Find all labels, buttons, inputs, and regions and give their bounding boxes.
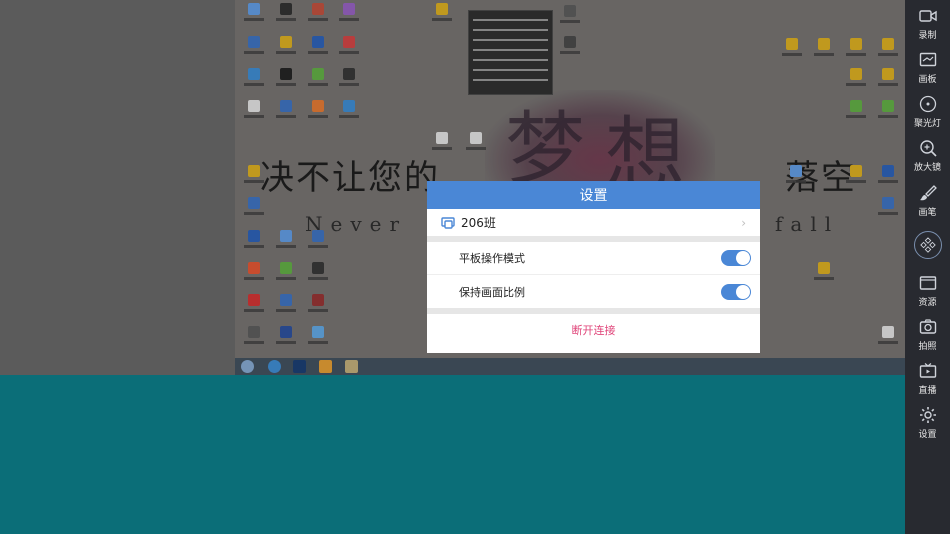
spotlight-label: 聚光灯	[913, 119, 941, 129]
live-icon	[919, 363, 936, 378]
tablet-mode-toggle[interactable]	[721, 250, 751, 266]
settings-button[interactable]: 设置	[905, 406, 950, 440]
spotlight-icon	[919, 95, 936, 113]
whiteboard-icon	[919, 52, 936, 67]
keep-ratio-toggle[interactable]	[721, 283, 751, 300]
class-name: 206班	[461, 216, 496, 230]
keep-ratio-row: 保持画面比例	[427, 275, 760, 308]
record-button[interactable]: 录制	[905, 7, 950, 41]
record-label: 录制	[918, 31, 937, 41]
class-select-row[interactable]: 206班 ›	[427, 209, 760, 242]
gear-icon	[919, 407, 936, 423]
main-menu-button[interactable]	[914, 231, 942, 259]
whiteboard-button[interactable]: 画板	[905, 51, 950, 85]
settings-label: 设置	[918, 430, 937, 440]
photo-button[interactable]: 拍照	[905, 318, 950, 352]
resources-label: 资源	[918, 298, 937, 308]
brush-icon	[919, 185, 937, 201]
right-toolbar: 录制 画板 聚光灯 放大镜 画笔 资源 拍照 直播 设置	[905, 0, 950, 534]
photo-label: 拍照	[918, 342, 937, 352]
diamond-menu-icon	[920, 237, 936, 253]
tablet-mode-label: 平板操作模式	[459, 252, 525, 265]
resources-button[interactable]: 资源	[905, 274, 950, 308]
chevron-right-icon: ›	[741, 215, 746, 230]
spotlight-button[interactable]: 聚光灯	[905, 95, 950, 129]
live-label: 直播	[918, 386, 937, 396]
video-camera-icon	[918, 10, 937, 22]
settings-dialog: 设置 206班 › 平板操作模式 保持画面比例 断开连接	[427, 181, 760, 353]
brush-button[interactable]: 画笔	[905, 184, 950, 218]
magnifier-label: 放大镜	[913, 163, 941, 173]
camera-icon	[919, 319, 936, 334]
settings-dialog-title: 设置	[427, 181, 760, 209]
folder-icon	[919, 276, 936, 290]
screen-cast-icon	[441, 216, 455, 229]
keep-ratio-label: 保持画面比例	[459, 285, 525, 299]
whiteboard-label: 画板	[918, 75, 937, 85]
brush-label: 画笔	[918, 208, 937, 218]
disconnect-button[interactable]: 断开连接	[427, 314, 760, 346]
tablet-mode-row: 平板操作模式	[427, 242, 760, 275]
magnifier-button[interactable]: 放大镜	[905, 139, 950, 173]
magnifier-icon	[919, 140, 937, 157]
live-button[interactable]: 直播	[905, 362, 950, 396]
